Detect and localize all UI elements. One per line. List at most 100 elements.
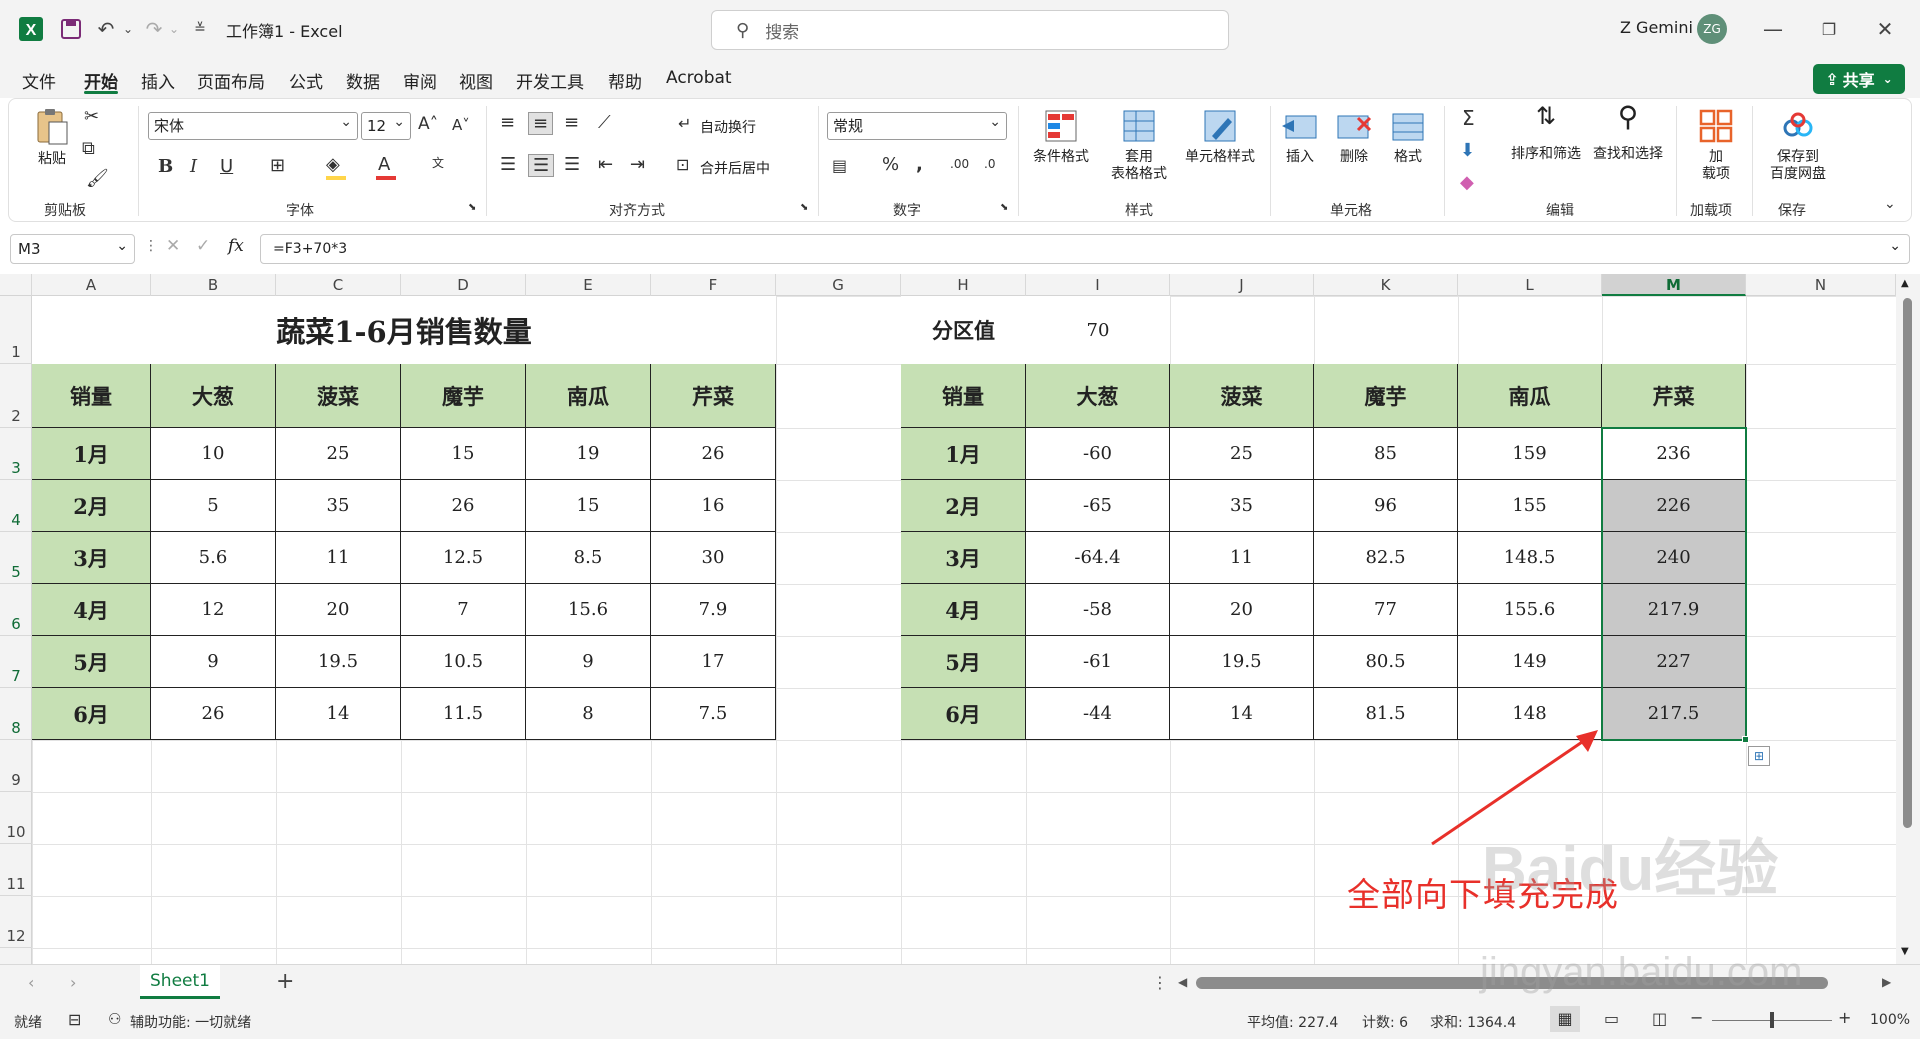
data-cell[interactable]: 159 (1458, 428, 1602, 480)
month-label-cell[interactable]: 5月 (32, 636, 151, 688)
sheet-title[interactable]: 蔬菜1-6月销售数量 (32, 296, 776, 364)
month-label-cell[interactable]: 4月 (32, 584, 151, 636)
table-header-cell[interactable]: 销量 (32, 364, 151, 428)
status-sum[interactable]: 求和: 1364.4 (1430, 1012, 1516, 1032)
data-cell[interactable]: 217.9 (1602, 584, 1746, 636)
data-cell[interactable]: 11 (1170, 532, 1314, 584)
data-cell[interactable]: 25 (1170, 428, 1314, 480)
data-cell[interactable]: -61 (1026, 636, 1170, 688)
table-header-cell[interactable]: 菠菜 (1170, 364, 1314, 428)
data-cell[interactable]: 5 (151, 480, 276, 532)
status-average[interactable]: 平均值: 227.4 (1247, 1012, 1338, 1032)
data-cell[interactable]: 17 (651, 636, 776, 688)
month-label-cell[interactable]: 4月 (901, 584, 1026, 636)
data-cell[interactable]: 10 (151, 428, 276, 480)
partition-value[interactable]: 70 (1026, 296, 1170, 364)
month-label-cell[interactable]: 2月 (901, 480, 1026, 532)
scroll-right-icon[interactable]: ▶ (1882, 975, 1891, 989)
page-break-view-icon[interactable]: ◫ (1652, 1009, 1667, 1028)
vertical-scroll-thumb[interactable] (1903, 298, 1912, 828)
data-cell[interactable]: 149 (1458, 636, 1602, 688)
data-cell[interactable]: 20 (1170, 584, 1314, 636)
data-cell[interactable]: -44 (1026, 688, 1170, 740)
data-cell[interactable]: 15 (526, 480, 651, 532)
data-cell[interactable]: 11.5 (401, 688, 526, 740)
data-cell[interactable]: 7 (401, 584, 526, 636)
tab-split-icon[interactable]: ⋮ (1152, 973, 1168, 992)
data-cell[interactable]: 19.5 (276, 636, 401, 688)
month-label-cell[interactable]: 6月 (32, 688, 151, 740)
data-cell[interactable]: 19.5 (1170, 636, 1314, 688)
zoom-in-icon[interactable]: + (1838, 1008, 1851, 1027)
data-cell[interactable]: 240 (1602, 532, 1746, 584)
status-count[interactable]: 计数: 6 (1362, 1012, 1408, 1032)
sheet-tab-sheet1[interactable]: Sheet1 (140, 965, 220, 999)
data-cell[interactable]: 16 (651, 480, 776, 532)
data-cell[interactable]: 20 (276, 584, 401, 636)
data-cell[interactable]: 5.6 (151, 532, 276, 584)
month-label-cell[interactable]: 3月 (901, 532, 1026, 584)
month-label-cell[interactable]: 5月 (901, 636, 1026, 688)
table-header-cell[interactable]: 销量 (901, 364, 1026, 428)
data-cell[interactable]: 35 (276, 480, 401, 532)
table-header-cell[interactable]: 魔芋 (1314, 364, 1458, 428)
auto-fill-options-icon[interactable]: ⊞ (1748, 746, 1770, 766)
data-cell[interactable]: 7.9 (651, 584, 776, 636)
accessibility-status[interactable]: 辅助功能: 一切就绪 (130, 1012, 251, 1032)
month-label-cell[interactable]: 6月 (901, 688, 1026, 740)
data-cell[interactable]: 236 (1602, 428, 1746, 480)
data-cell[interactable]: 8.5 (526, 532, 651, 584)
zoom-level[interactable]: 100% (1870, 1012, 1910, 1028)
month-label-cell[interactable]: 2月 (32, 480, 151, 532)
scroll-down-icon[interactable]: ▼ (1901, 946, 1909, 957)
data-cell[interactable]: -65 (1026, 480, 1170, 532)
data-cell[interactable]: 217.5 (1602, 688, 1746, 740)
scroll-left-icon[interactable]: ◀ (1178, 975, 1187, 989)
data-cell[interactable]: 25 (276, 428, 401, 480)
data-cell[interactable]: -60 (1026, 428, 1170, 480)
data-cell[interactable]: 35 (1170, 480, 1314, 532)
data-cell[interactable]: 7.5 (651, 688, 776, 740)
data-cell[interactable]: 14 (1170, 688, 1314, 740)
vertical-scrollbar[interactable]: ▲ ▼ (1896, 274, 1920, 964)
data-cell[interactable]: 80.5 (1314, 636, 1458, 688)
macro-record-icon[interactable]: ⊟ (68, 1010, 81, 1029)
data-cell[interactable]: 12.5 (401, 532, 526, 584)
data-cell[interactable]: 15.6 (526, 584, 651, 636)
zoom-slider-thumb[interactable] (1770, 1012, 1774, 1028)
page-layout-view-icon[interactable]: ▭ (1604, 1009, 1619, 1028)
data-cell[interactable]: 155.6 (1458, 584, 1602, 636)
table-header-cell[interactable]: 大葱 (1026, 364, 1170, 428)
prev-sheet-icon[interactable]: ‹ (28, 973, 34, 992)
data-cell[interactable]: 12 (151, 584, 276, 636)
data-cell[interactable]: -64.4 (1026, 532, 1170, 584)
data-cell[interactable]: 26 (151, 688, 276, 740)
data-cell[interactable]: 26 (401, 480, 526, 532)
data-cell[interactable]: 77 (1314, 584, 1458, 636)
table-header-cell[interactable]: 南瓜 (1458, 364, 1602, 428)
next-sheet-icon[interactable]: › (70, 973, 76, 992)
data-cell[interactable]: -58 (1026, 584, 1170, 636)
data-cell[interactable]: 30 (651, 532, 776, 584)
accessibility-icon[interactable]: ⚇ (108, 1010, 121, 1028)
normal-view-icon[interactable]: ▦ (1550, 1006, 1580, 1032)
table-header-cell[interactable]: 芹菜 (651, 364, 776, 428)
table-header-cell[interactable]: 南瓜 (526, 364, 651, 428)
data-cell[interactable]: 9 (151, 636, 276, 688)
fill-handle[interactable] (1742, 736, 1749, 743)
table-header-cell[interactable]: 大葱 (151, 364, 276, 428)
zoom-out-icon[interactable]: − (1690, 1008, 1703, 1027)
month-label-cell[interactable]: 1月 (901, 428, 1026, 480)
month-label-cell[interactable]: 3月 (32, 532, 151, 584)
data-cell[interactable]: 19 (526, 428, 651, 480)
data-cell[interactable]: 96 (1314, 480, 1458, 532)
table-header-cell[interactable]: 菠菜 (276, 364, 401, 428)
data-cell[interactable]: 9 (526, 636, 651, 688)
data-cell[interactable]: 15 (401, 428, 526, 480)
data-cell[interactable]: 226 (1602, 480, 1746, 532)
partition-label[interactable]: 分区值 (901, 296, 1026, 364)
data-cell[interactable]: 155 (1458, 480, 1602, 532)
data-cell[interactable]: 8 (526, 688, 651, 740)
data-cell[interactable]: 148.5 (1458, 532, 1602, 584)
scroll-up-icon[interactable]: ▲ (1901, 278, 1909, 289)
